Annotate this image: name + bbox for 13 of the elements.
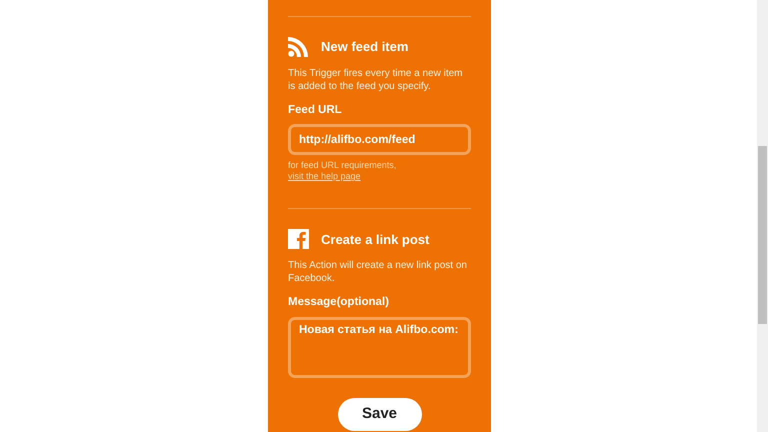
help-link[interactable]: visit the help page bbox=[288, 171, 361, 182]
section-title: New feed item bbox=[321, 38, 408, 56]
save-button[interactable]: Save bbox=[338, 398, 422, 430]
field-label: Message(optional) bbox=[288, 295, 390, 310]
description: This Trigger fires every time a new item is added to the feed you specify. bbox=[288, 67, 464, 93]
help-text: for feed URL requirements, visit the help page bbox=[288, 160, 398, 182]
field-label: Feed URL bbox=[288, 103, 343, 118]
facebook-icon bbox=[288, 229, 309, 250]
scrollbar[interactable] bbox=[757, 0, 768, 432]
rss-icon bbox=[288, 37, 309, 57]
section-title: Create a link post bbox=[321, 230, 430, 249]
scrollbar-thumb[interactable] bbox=[758, 146, 767, 324]
description: This Action will create a new link post on Facebook. bbox=[288, 259, 468, 286]
